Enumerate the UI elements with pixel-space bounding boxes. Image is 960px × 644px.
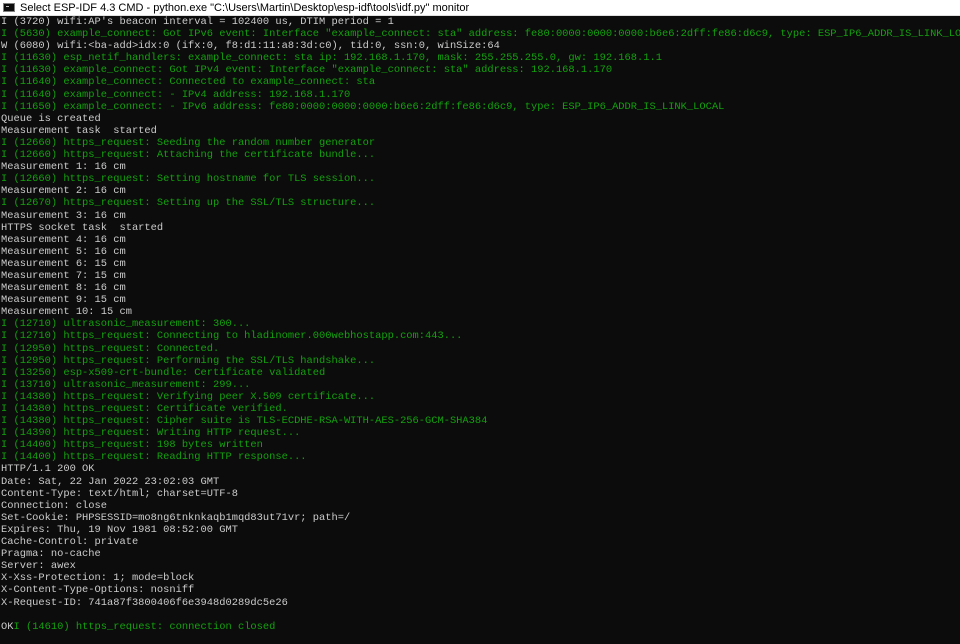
console-line: Measurement 8: 16 cm: [1, 282, 126, 295]
console-last-line-text: I (14610) https_request: connection clos…: [13, 620, 276, 633]
console-line: I (11640) example_connect: - IPv4 addres…: [1, 88, 351, 101]
console-line: I (14380) https_request: Verifying peer …: [1, 390, 376, 403]
console-line: I (12710) ultrasonic_measurement: 300...: [1, 318, 251, 331]
console-line: I (14400) https_request: Reading HTTP re…: [1, 451, 307, 464]
console-line: Measurement 1: 16 cm: [1, 161, 126, 174]
console-line: I (12660) https_request: Setting hostnam…: [1, 173, 376, 186]
console-line: I (11630) example_connect: Got IPv4 even…: [1, 64, 613, 77]
console-line: I (14380) https_request: Cipher suite is…: [1, 415, 488, 428]
console-line: I (12710) https_request: Connecting to h…: [1, 330, 463, 343]
console-line: I (11640) example_connect: Connected to …: [1, 76, 376, 89]
console-line: I (12950) https_request: Performing the …: [1, 354, 376, 367]
cmd-console-icon: [3, 3, 15, 12]
console-line: Measurement 10: 15 cm: [1, 306, 132, 319]
console-line: Measurement 5: 16 cm: [1, 245, 126, 258]
console-line: I (12670) https_request: Setting up the …: [1, 197, 376, 210]
console-line: Measurement 3: 16 cm: [1, 209, 126, 222]
console-line: I (12660) https_request: Seeding the ran…: [1, 136, 376, 149]
console-line: X-Request-ID: 741a87f3800406f6e3948d0289…: [1, 596, 288, 609]
console-line: HTTPS socket task started: [1, 221, 164, 234]
console-line: Measurement 4: 16 cm: [1, 233, 126, 246]
console-line: Measurement 7: 15 cm: [1, 269, 126, 282]
console-line: Pragma: no-cache: [1, 548, 101, 561]
console-line: Date: Sat, 22 Jan 2022 23:02:03 GMT: [1, 475, 220, 488]
console-line: W (6080) wifi:<ba-add>idx:0 (ifx:0, f8:d…: [1, 40, 500, 53]
console-line: I (13710) ultrasonic_measurement: 299...: [1, 378, 251, 391]
console-line: Measurement task started: [1, 124, 157, 137]
console-line: Measurement 6: 15 cm: [1, 257, 126, 270]
console-line: Server: awex: [1, 560, 76, 573]
console-line: I (13250) esp-x509-crt-bundle: Certifica…: [1, 366, 326, 379]
console-line: Measurement 2: 16 cm: [1, 185, 126, 198]
console-line: Cache-Control: private: [1, 536, 139, 549]
console-line: X-Xss-Protection: 1; mode=block: [1, 572, 195, 585]
console-lines: I (3720) wifi:AP's beacon interval = 102…: [0, 16, 960, 621]
console-line: X-Content-Type-Options: nosniff: [1, 584, 195, 597]
console-line: Connection: close: [1, 499, 108, 512]
console-line: HTTP/1.1 200 OK: [1, 463, 95, 476]
console-line: I (11630) esp_netif_handlers: example_co…: [1, 52, 662, 65]
console-line: I (14390) https_request: Writing HTTP re…: [1, 427, 301, 440]
console-line: I (12660) https_request: Attaching the c…: [1, 149, 376, 162]
console-last-line-prefix: OK: [1, 620, 14, 633]
console-line: Queue is created: [1, 112, 101, 125]
console-line: I (12950) https_request: Connected.: [1, 342, 220, 355]
console-line: I (14380) https_request: Certificate ver…: [1, 403, 288, 415]
console-line: Expires: Thu, 19 Nov 1981 08:52:00 GMT: [1, 523, 238, 536]
window-title: Select ESP-IDF 4.3 CMD - python.exe "C:\…: [20, 1, 470, 14]
console-output[interactable]: I (3720) wifi:AP's beacon interval = 102…: [0, 16, 960, 644]
console-line: I (3720) wifi:AP's beacon interval = 102…: [1, 16, 394, 28]
window-titlebar[interactable]: Select ESP-IDF 4.3 CMD - python.exe "C:\…: [0, 0, 960, 16]
console-line: Set-Cookie: PHPSESSID=mo8ng6tnknkaqb1mqd…: [1, 511, 351, 524]
console-line: Content-Type: text/html; charset=UTF-8: [1, 487, 238, 500]
console-line: I (5630) example_connect: Got IPv6 event…: [1, 28, 960, 41]
console-line: I (14400) https_request: 198 bytes writt…: [1, 439, 263, 452]
console-line: Measurement 9: 15 cm: [1, 294, 126, 307]
console-line: I (11650) example_connect: - IPv6 addres…: [1, 100, 725, 113]
console-last-line: OKI (14610) https_request: connection cl…: [0, 621, 960, 633]
